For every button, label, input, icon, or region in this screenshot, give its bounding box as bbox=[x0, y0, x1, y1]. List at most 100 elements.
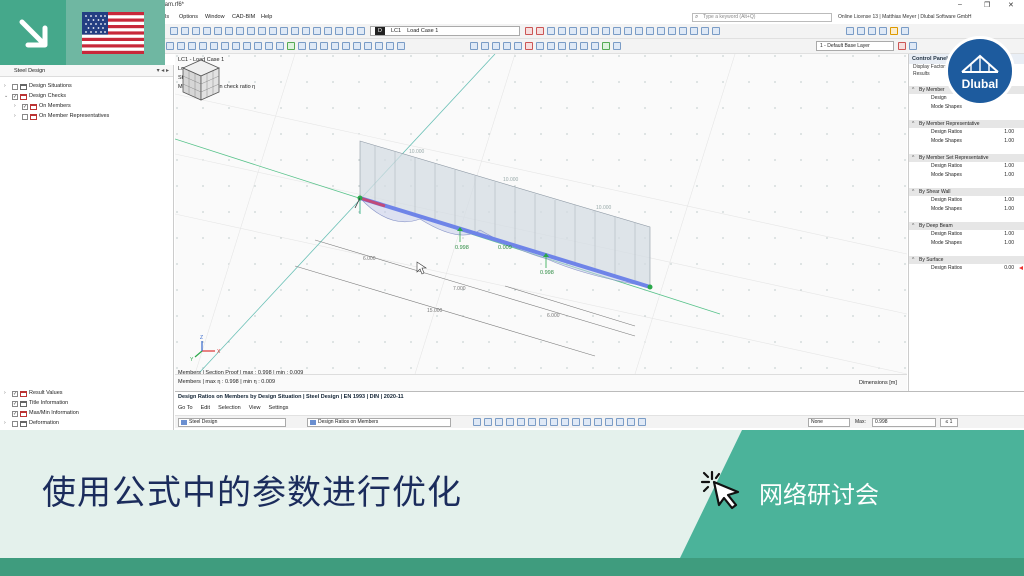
close-button[interactable]: ✕ bbox=[1008, 1, 1014, 9]
model-viewport[interactable]: 10.000 10.000 10.000 0.998 0.009 0.998 6… bbox=[175, 54, 907, 391]
array-icon[interactable] bbox=[265, 42, 273, 50]
cp-row-value[interactable]: 1.00 bbox=[1004, 128, 1014, 137]
divide-icon[interactable] bbox=[221, 42, 229, 50]
line-icon[interactable] bbox=[320, 42, 328, 50]
expand-icon[interactable]: › bbox=[14, 102, 20, 111]
clip-icon[interactable] bbox=[679, 27, 687, 35]
menu-help[interactable]: Help bbox=[261, 14, 272, 20]
grid-icon[interactable] bbox=[247, 27, 255, 35]
sort-icon[interactable] bbox=[484, 418, 492, 426]
polygon-icon[interactable] bbox=[386, 42, 394, 50]
model-icon[interactable] bbox=[258, 27, 266, 35]
truss-icon[interactable] bbox=[492, 42, 500, 50]
find-icon[interactable] bbox=[594, 418, 602, 426]
print-table-icon[interactable] bbox=[550, 418, 558, 426]
menu-cad-bim[interactable]: CAD-BIM bbox=[232, 14, 255, 20]
table-menu-view[interactable]: View bbox=[249, 405, 261, 411]
transparency-icon[interactable] bbox=[657, 27, 665, 35]
open-icon[interactable] bbox=[181, 27, 189, 35]
tree-item-on-members[interactable]: › ✓ On Members bbox=[14, 102, 71, 111]
settings-icon[interactable] bbox=[901, 27, 909, 35]
nav-title-information[interactable]: ✓ Title Information bbox=[4, 399, 68, 409]
minimize-button[interactable]: – bbox=[958, 1, 962, 8]
checkbox[interactable]: ✓ bbox=[12, 390, 18, 397]
select-in-model-icon[interactable] bbox=[517, 418, 525, 426]
surface-icon[interactable] bbox=[302, 27, 310, 35]
cp-row-value[interactable]: 1.00 bbox=[1004, 137, 1014, 146]
view-cube[interactable] bbox=[175, 54, 227, 106]
copy-icon[interactable] bbox=[210, 42, 218, 50]
opening-icon[interactable] bbox=[397, 42, 405, 50]
info-icon[interactable] bbox=[583, 418, 591, 426]
support-icon[interactable] bbox=[346, 27, 354, 35]
chart-icon[interactable] bbox=[528, 418, 536, 426]
rib-icon[interactable] bbox=[514, 42, 522, 50]
previous-icon[interactable] bbox=[525, 27, 533, 35]
table-menu-settings[interactable]: Settings bbox=[269, 405, 289, 411]
member-icon[interactable] bbox=[291, 27, 299, 35]
animation-icon[interactable] bbox=[602, 27, 610, 35]
result-type-icon[interactable] bbox=[547, 27, 555, 35]
color-scale-icon[interactable] bbox=[539, 418, 547, 426]
nav-deformation[interactable]: › Deformation bbox=[4, 419, 59, 429]
polyline-icon[interactable] bbox=[342, 42, 350, 50]
table-icon[interactable] bbox=[236, 27, 244, 35]
undo-icon[interactable] bbox=[214, 27, 222, 35]
cp-group-title[interactable]: By Shear Wall bbox=[909, 188, 1024, 196]
cp-row-value[interactable]: 1.00 bbox=[1004, 171, 1014, 180]
section-icon[interactable] bbox=[591, 27, 599, 35]
table-select[interactable]: Design Ratios on Members bbox=[307, 418, 451, 427]
expand-icon[interactable]: › bbox=[4, 82, 10, 91]
delete-icon[interactable] bbox=[525, 42, 533, 50]
cp-row-value[interactable]: 1.00 bbox=[1004, 239, 1014, 248]
navigator-controls[interactable]: ▾ ◂ ▸ bbox=[157, 67, 169, 74]
table-menu-selection[interactable]: Selection bbox=[218, 405, 241, 411]
checkbox[interactable] bbox=[12, 420, 18, 427]
checkbox[interactable]: ✓ bbox=[12, 410, 18, 417]
print-icon[interactable] bbox=[203, 27, 211, 35]
expand-icon[interactable]: › bbox=[14, 112, 20, 121]
redo-icon[interactable] bbox=[225, 27, 233, 35]
cable-icon[interactable] bbox=[503, 42, 511, 50]
top-view-icon[interactable] bbox=[868, 27, 876, 35]
checkbox[interactable]: ✓ bbox=[12, 400, 18, 407]
tree-item-design-checks[interactable]: ⌄ ✓ Design Checks bbox=[4, 92, 66, 101]
visibility-icon[interactable] bbox=[624, 27, 632, 35]
wireframe-icon[interactable] bbox=[646, 27, 654, 35]
comment-icon[interactable] bbox=[309, 42, 317, 50]
checkbox[interactable] bbox=[22, 113, 28, 120]
results-icon[interactable] bbox=[280, 27, 288, 35]
details-icon[interactable] bbox=[561, 418, 569, 426]
wall-icon[interactable] bbox=[547, 42, 555, 50]
circle-icon[interactable] bbox=[375, 42, 383, 50]
checkbox[interactable]: ✓ bbox=[22, 103, 28, 110]
plate-icon[interactable] bbox=[536, 42, 544, 50]
block-icon[interactable] bbox=[569, 42, 577, 50]
mirror-icon[interactable] bbox=[199, 42, 207, 50]
mesh-icon[interactable] bbox=[580, 42, 588, 50]
isolines-icon[interactable] bbox=[569, 27, 577, 35]
rectangle-icon[interactable] bbox=[364, 42, 372, 50]
cp-row-value[interactable]: 1.00 bbox=[1004, 162, 1014, 171]
pin-table-icon[interactable] bbox=[605, 418, 613, 426]
rotate-icon[interactable] bbox=[188, 42, 196, 50]
view-icon[interactable] bbox=[846, 27, 854, 35]
tool-icon[interactable] bbox=[909, 42, 917, 50]
layers-icon[interactable] bbox=[591, 42, 599, 50]
layer-select[interactable]: 1 - Default Base Layer bbox=[816, 41, 894, 51]
filter-icon[interactable] bbox=[473, 418, 481, 426]
visibility-table-icon[interactable] bbox=[616, 418, 624, 426]
arc-icon[interactable] bbox=[331, 42, 339, 50]
save-icon[interactable] bbox=[192, 27, 200, 35]
menu-window[interactable]: Window bbox=[205, 14, 225, 20]
node-icon[interactable] bbox=[324, 27, 332, 35]
nav-max-min-information[interactable]: ✓ Max/Min Information bbox=[4, 409, 79, 419]
export-icon[interactable] bbox=[495, 418, 503, 426]
align-icon[interactable] bbox=[276, 42, 284, 50]
load-case-select[interactable]: D LC1 Load Case 1 bbox=[370, 26, 520, 36]
scale-icon[interactable] bbox=[254, 42, 262, 50]
menu-options[interactable]: Options bbox=[179, 14, 198, 20]
next-icon[interactable] bbox=[536, 27, 544, 35]
expand-icon[interactable]: › bbox=[4, 419, 10, 429]
values-icon[interactable] bbox=[580, 27, 588, 35]
